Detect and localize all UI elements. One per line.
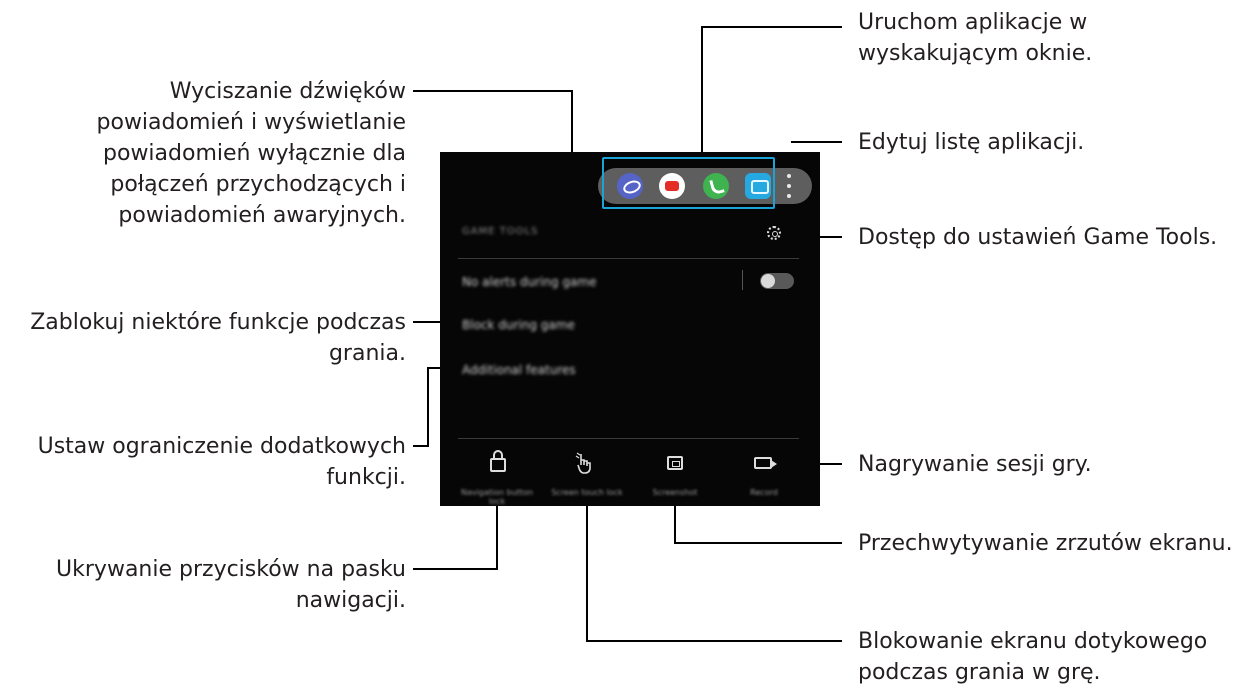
callout-touch-lock: Blokowanie ekranu dotykowego podczas gra…	[858, 629, 1208, 685]
messages-icon[interactable]	[745, 173, 771, 199]
game-tools-header: GAME TOOLS	[462, 226, 539, 237]
no-alerts-toggle[interactable]	[760, 273, 794, 289]
gear-icon[interactable]	[767, 226, 781, 240]
callout-popup-apps: Uruchom aplikacje w wyskakującym oknie.	[858, 10, 1093, 66]
callout-no-alerts: Wyciszanie dźwięków powiadomień i wyświe…	[96, 79, 406, 228]
tool-label: Screenshot	[652, 488, 698, 497]
leader-popup-apps	[701, 26, 842, 156]
record-icon	[754, 457, 777, 469]
toggle-separator	[742, 270, 743, 290]
callout-additional-features: Ustaw ograniczenie dodatkowych funkcji.	[37, 434, 406, 490]
tool-label: Navigation button lock	[460, 488, 534, 506]
menu-additional-features[interactable]: Additional features	[462, 363, 576, 377]
lock-icon	[490, 450, 506, 472]
callout-block-during-game: Zablokuj niektóre funkcje podczas grania…	[30, 310, 406, 366]
game-tools-screen: GAME TOOLS No alerts during game Block d…	[440, 152, 820, 506]
tool-touch-lock[interactable]: Screen touch lock	[551, 452, 623, 498]
tool-nav-lock[interactable]: Navigation button lock	[461, 450, 533, 506]
browser-icon[interactable]	[617, 173, 643, 199]
more-options-icon[interactable]	[786, 174, 792, 198]
tool-screenshot[interactable]: Screenshot	[647, 452, 703, 498]
divider	[458, 438, 799, 439]
hand-touch-icon	[575, 452, 591, 474]
tool-label: Screen touch lock	[551, 488, 623, 497]
tool-label: Record	[750, 488, 778, 497]
divider	[458, 258, 799, 259]
youtube-icon[interactable]	[659, 173, 685, 199]
screenshot-icon	[667, 456, 683, 470]
menu-block-during-game[interactable]: Block during game	[462, 318, 575, 332]
tool-record[interactable]: Record	[736, 452, 792, 498]
phone-icon[interactable]	[703, 173, 729, 199]
callout-edit-apps: Edytuj listę aplikacji.	[858, 130, 1085, 155]
callout-screenshot: Przechwytywanie zrzutów ekranu.	[858, 531, 1233, 556]
callout-record: Nagrywanie sesji gry.	[858, 452, 1092, 477]
callout-nav-lock: Ukrywanie przycisków na pasku nawigacji.	[56, 557, 406, 613]
menu-no-alerts[interactable]: No alerts during game	[462, 275, 596, 289]
callout-game-tools-settings: Dostęp do ustawień Game Tools.	[858, 225, 1218, 250]
